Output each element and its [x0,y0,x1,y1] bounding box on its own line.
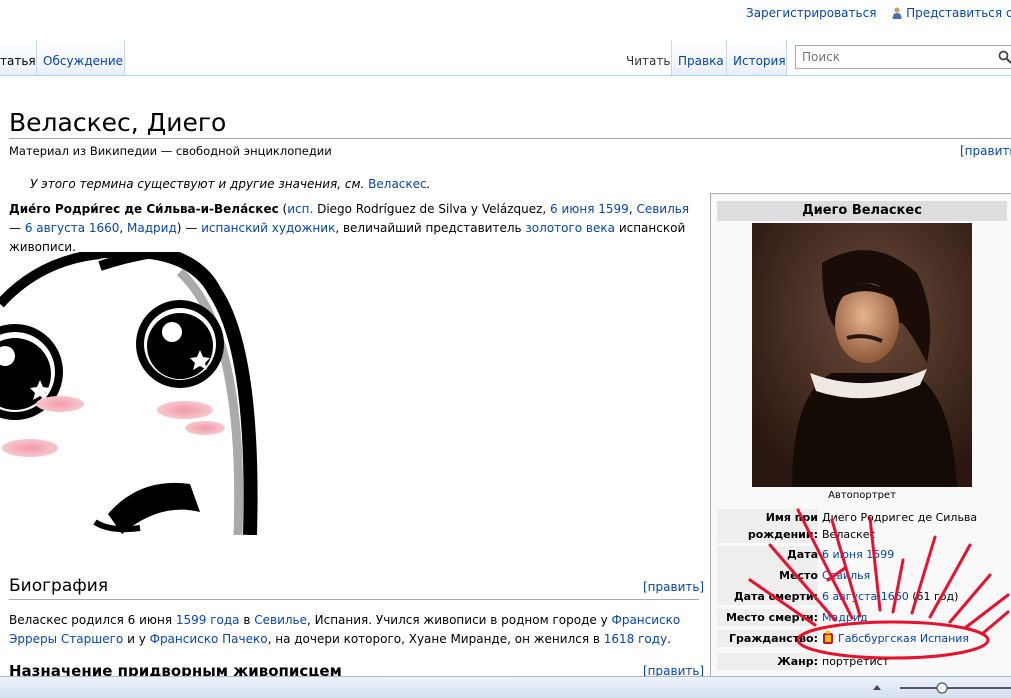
bio-text: в [240,613,255,627]
search-box[interactable] [795,45,1011,69]
intro-text: , величайший представитель [335,221,525,235]
tab-history-label: История [733,54,786,68]
infobox-label: Место смерти: [717,609,818,626]
zoom-slider[interactable] [900,682,1011,694]
birth-date-link[interactable]: 6 июня 1599 [550,202,629,216]
tab-read-label: Читать [626,54,670,68]
register-link[interactable]: Зарегистрироваться [746,6,876,20]
infobox-death-date-link[interactable]: 6 августа 1660 [822,590,909,603]
lang-link[interactable]: исп. [287,202,313,216]
infobox-citizenship-link[interactable]: Габсбургская Испания [838,632,969,645]
scroll-up-icon[interactable] [872,682,882,692]
portrait-caption: Автопортрет [711,490,1011,501]
tab-edit-label: Правка [678,54,724,68]
infobox-value: Диего Родригес де Сильва Веласкес [822,509,1011,543]
search-input[interactable] [800,49,994,65]
infobox-birth-date-link[interactable]: 6 июня 1599 [822,546,1011,563]
page-title: Веласкес, Диего [9,108,226,137]
tabs-divider [0,75,1011,76]
infobox-birth-place-link[interactable]: Севилья [822,567,1011,584]
personal-toolbar: Зарегистрироваться Представиться систем [746,6,1011,20]
user-icon [892,7,902,19]
bio-text: Веласкес родился 6 июня [9,613,176,627]
intro-text: — [9,221,25,235]
birth-place-link[interactable]: Севилья [636,202,689,216]
intro-text: ) — [177,221,201,235]
title-divider [9,138,1011,139]
tab-article[interactable]: татья [0,40,37,75]
golden-age-link[interactable]: золотого века [525,221,615,235]
biography-heading: Биография [9,576,108,596]
biography-divider [9,599,699,600]
bio-text: , Испания. Учился живописи в родном горо… [307,613,612,627]
infobox-citizenship: Габсбургская Испания [822,630,1011,647]
tab-talk[interactable]: Обсуждение [37,40,125,75]
biography-paragraph: Веласкес родился 6 июня 1599 года в Севи… [9,611,699,649]
hatnote-text: У этого термина существуют и другие знач… [30,177,368,191]
infobox-death-date: 6 августа 1660 (61 год) [822,588,1011,605]
edit-biography-link[interactable]: [править] [643,580,704,594]
habsburg-spain-flag-icon [822,631,834,645]
infobox-label: Гражданство: [717,630,818,647]
edit-intro-link[interactable]: [править] [960,144,1011,158]
tab-talk-label: Обсуждение [43,54,123,68]
hatnote-end: . [427,177,431,191]
intro-text: , [119,221,127,235]
portrait-image[interactable] [752,223,972,487]
infobox-death-place-link[interactable]: Мадрид [822,609,1011,626]
intro-name: Дие́го Родри́гес де Си́льва-и-Вела́скес [9,202,279,216]
occupation-link[interactable]: испанский художник [201,221,335,235]
site-subtitle: Материал из Википедии — свободной энцикл… [9,144,332,158]
login-link[interactable]: Представиться систем [906,6,1011,20]
bio-text: , на дочери которого, Хуане Миранде, он … [268,632,604,646]
infobox-age: (61 год) [909,590,959,603]
sevilla-link[interactable]: Севилье [254,613,307,627]
year-1618-link[interactable]: 1618 году [604,632,667,646]
infobox-value: портретист [822,653,1011,670]
meme-face-image [0,252,275,535]
bio-text: и у [123,632,149,646]
hatnote-link[interactable]: Веласкес [368,177,426,191]
infobox-label: Дата смерти: [717,588,818,605]
death-place-link[interactable]: Мадрид [127,221,177,235]
intro-paragraph: Дие́го Родри́гес де Си́льва-и-Вела́скес … [9,200,699,257]
infobox: Диего Веласкес Автопортрет Имя при рожде… [710,193,1011,683]
year-1599-link[interactable]: 1599 года [176,613,240,627]
hatnote: У этого термина существуют и другие знач… [30,177,430,191]
infobox-label: Жанр: [717,653,818,670]
intro-orig-name: Diego Rodríguez de Silva y Velázquez, [313,202,550,216]
pacheco-link[interactable]: Франсиско Пачеко [150,632,268,646]
status-bar [0,676,1011,698]
infobox-title: Диего Веласкес [717,201,1007,221]
intro-text: ( [279,202,288,216]
tab-read[interactable]: Читать [620,40,672,75]
tab-edit[interactable]: Правка [672,40,727,75]
infobox-label: Имя при рождении: [717,509,818,543]
search-icon[interactable] [998,50,1011,64]
tab-history[interactable]: История [727,40,787,75]
bio-text: . [667,632,671,646]
tab-article-label: татья [0,54,36,68]
infobox-row-birth-name: Имя при рождении: Диего Родригес де Силь… [717,509,1011,543]
death-date-link[interactable]: 6 августа 1660 [25,221,120,235]
